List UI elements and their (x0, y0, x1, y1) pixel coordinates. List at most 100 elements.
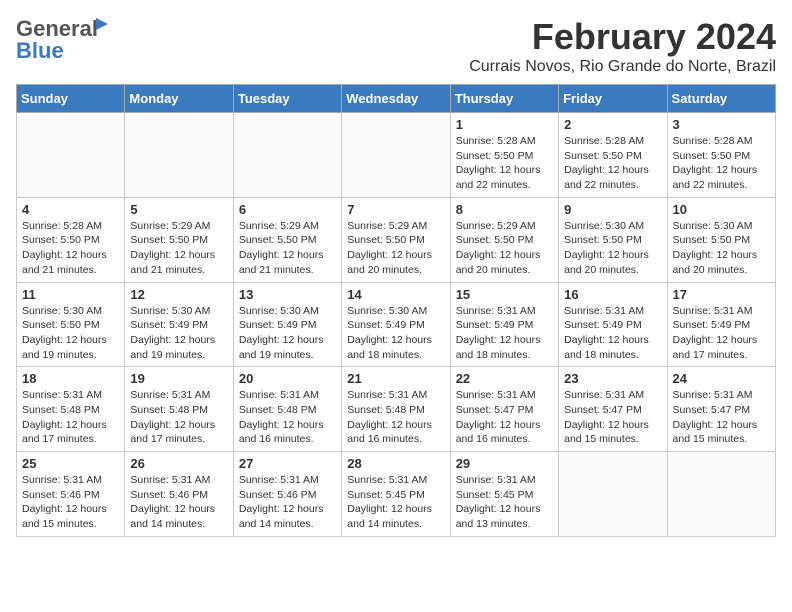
calendar-cell: 28 Sunrise: 5:31 AM Sunset: 5:45 PM Dayli… (342, 452, 450, 537)
calendar-cell: 27 Sunrise: 5:31 AM Sunset: 5:46 PM Dayli… (233, 452, 341, 537)
day-number: 12 (130, 287, 227, 302)
calendar-cell (125, 113, 233, 198)
calendar-table: SundayMondayTuesdayWednesdayThursdayFrid… (16, 84, 776, 537)
day-info: Sunrise: 5:30 AM Sunset: 5:49 PM Dayligh… (130, 304, 227, 363)
day-info: Sunrise: 5:28 AM Sunset: 5:50 PM Dayligh… (456, 134, 553, 193)
day-info: Sunrise: 5:28 AM Sunset: 5:50 PM Dayligh… (673, 134, 770, 193)
day-info: Sunrise: 5:31 AM Sunset: 5:46 PM Dayligh… (22, 473, 119, 532)
day-number: 9 (564, 202, 661, 217)
day-info: Sunrise: 5:31 AM Sunset: 5:48 PM Dayligh… (239, 388, 336, 447)
day-info: Sunrise: 5:30 AM Sunset: 5:50 PM Dayligh… (564, 219, 661, 278)
day-info: Sunrise: 5:29 AM Sunset: 5:50 PM Dayligh… (239, 219, 336, 278)
day-info: Sunrise: 5:31 AM Sunset: 5:46 PM Dayligh… (130, 473, 227, 532)
day-info: Sunrise: 5:31 AM Sunset: 5:46 PM Dayligh… (239, 473, 336, 532)
calendar-cell (559, 452, 667, 537)
calendar-cell: 24Sunrise: 5:31 AM Sunset: 5:47 PM Dayli… (667, 367, 775, 452)
calendar-header: SundayMondayTuesdayWednesdayThursdayFrid… (17, 85, 776, 113)
day-number: 22 (456, 371, 553, 386)
day-number: 6 (239, 202, 336, 217)
day-number: 28 (347, 456, 444, 471)
calendar-cell: 1 Sunrise: 5:28 AM Sunset: 5:50 PM Daylig… (450, 113, 558, 198)
month-title: February 2024 (469, 16, 776, 58)
calendar-cell: 21 Sunrise: 5:31 AM Sunset: 5:48 PM Dayli… (342, 367, 450, 452)
calendar-cell: 29 Sunrise: 5:31 AM Sunset: 5:45 PM Dayli… (450, 452, 558, 537)
day-number: 7 (347, 202, 444, 217)
calendar-cell: 2 Sunrise: 5:28 AM Sunset: 5:50 PM Daylig… (559, 113, 667, 198)
calendar-cell: 6 Sunrise: 5:29 AM Sunset: 5:50 PM Daylig… (233, 197, 341, 282)
calendar-week-row: 25 Sunrise: 5:31 AM Sunset: 5:46 PM Dayli… (17, 452, 776, 537)
calendar-cell: 13 Sunrise: 5:30 AM Sunset: 5:49 PM Dayli… (233, 282, 341, 367)
day-number: 3 (673, 117, 770, 132)
calendar-cell: 11Sunrise: 5:30 AM Sunset: 5:50 PM Dayli… (17, 282, 125, 367)
calendar-cell: 25 Sunrise: 5:31 AM Sunset: 5:46 PM Dayli… (17, 452, 125, 537)
calendar-cell: 10 Sunrise: 5:30 AM Sunset: 5:50 PM Dayli… (667, 197, 775, 282)
day-number: 4 (22, 202, 119, 217)
calendar-cell: 12 Sunrise: 5:30 AM Sunset: 5:49 PM Dayli… (125, 282, 233, 367)
calendar-cell: 23Sunrise: 5:31 AM Sunset: 5:47 PM Dayli… (559, 367, 667, 452)
day-number: 14 (347, 287, 444, 302)
day-info: Sunrise: 5:29 AM Sunset: 5:50 PM Dayligh… (130, 219, 227, 278)
day-number: 10 (673, 202, 770, 217)
calendar-cell: 3 Sunrise: 5:28 AM Sunset: 5:50 PM Daylig… (667, 113, 775, 198)
day-info: Sunrise: 5:30 AM Sunset: 5:50 PM Dayligh… (673, 219, 770, 278)
day-info: Sunrise: 5:28 AM Sunset: 5:50 PM Dayligh… (564, 134, 661, 193)
title-block: February 2024 Currais Novos, Rio Grande … (469, 16, 776, 76)
day-number: 26 (130, 456, 227, 471)
day-info: Sunrise: 5:31 AM Sunset: 5:45 PM Dayligh… (347, 473, 444, 532)
weekday-header: Sunday (17, 85, 125, 113)
day-info: Sunrise: 5:31 AM Sunset: 5:48 PM Dayligh… (347, 388, 444, 447)
calendar-week-row: 1 Sunrise: 5:28 AM Sunset: 5:50 PM Daylig… (17, 113, 776, 198)
weekday-header: Friday (559, 85, 667, 113)
day-number: 8 (456, 202, 553, 217)
calendar-cell: 22Sunrise: 5:31 AM Sunset: 5:47 PM Dayli… (450, 367, 558, 452)
weekday-header: Tuesday (233, 85, 341, 113)
day-info: Sunrise: 5:29 AM Sunset: 5:50 PM Dayligh… (347, 219, 444, 278)
day-info: Sunrise: 5:31 AM Sunset: 5:49 PM Dayligh… (673, 304, 770, 363)
calendar-cell (342, 113, 450, 198)
calendar-cell: 19 Sunrise: 5:31 AM Sunset: 5:48 PM Dayli… (125, 367, 233, 452)
day-number: 24 (673, 371, 770, 386)
calendar-cell: 8 Sunrise: 5:29 AM Sunset: 5:50 PM Daylig… (450, 197, 558, 282)
day-info: Sunrise: 5:30 AM Sunset: 5:50 PM Dayligh… (22, 304, 119, 363)
day-info: Sunrise: 5:30 AM Sunset: 5:49 PM Dayligh… (347, 304, 444, 363)
calendar-cell: 14 Sunrise: 5:30 AM Sunset: 5:49 PM Dayli… (342, 282, 450, 367)
day-number: 18 (22, 371, 119, 386)
calendar-cell: 17 Sunrise: 5:31 AM Sunset: 5:49 PM Dayli… (667, 282, 775, 367)
day-number: 20 (239, 371, 336, 386)
weekday-header: Wednesday (342, 85, 450, 113)
calendar-week-row: 18 Sunrise: 5:31 AM Sunset: 5:48 PM Dayli… (17, 367, 776, 452)
calendar-cell: 5Sunrise: 5:29 AM Sunset: 5:50 PM Daylig… (125, 197, 233, 282)
calendar-week-row: 11Sunrise: 5:30 AM Sunset: 5:50 PM Dayli… (17, 282, 776, 367)
calendar-cell: 9 Sunrise: 5:30 AM Sunset: 5:50 PM Daylig… (559, 197, 667, 282)
calendar-cell: 18Sunrise: 5:31 AM Sunset: 5:48 PM Dayli… (17, 367, 125, 452)
day-number: 27 (239, 456, 336, 471)
calendar-cell: 15Sunrise: 5:31 AM Sunset: 5:49 PM Dayli… (450, 282, 558, 367)
day-number: 2 (564, 117, 661, 132)
calendar-cell: 16 Sunrise: 5:31 AM Sunset: 5:49 PM Dayli… (559, 282, 667, 367)
day-number: 29 (456, 456, 553, 471)
calendar-cell (17, 113, 125, 198)
calendar-cell: 20 Sunrise: 5:31 AM Sunset: 5:48 PM Dayli… (233, 367, 341, 452)
day-info: Sunrise: 5:31 AM Sunset: 5:48 PM Dayligh… (130, 388, 227, 447)
weekday-header: Thursday (450, 85, 558, 113)
day-info: Sunrise: 5:28 AM Sunset: 5:50 PM Dayligh… (22, 219, 119, 278)
calendar-cell: 26 Sunrise: 5:31 AM Sunset: 5:46 PM Dayli… (125, 452, 233, 537)
day-number: 23 (564, 371, 661, 386)
day-info: Sunrise: 5:31 AM Sunset: 5:45 PM Dayligh… (456, 473, 553, 532)
day-number: 19 (130, 371, 227, 386)
weekday-header: Saturday (667, 85, 775, 113)
calendar-cell: 4 Sunrise: 5:28 AM Sunset: 5:50 PM Daylig… (17, 197, 125, 282)
day-number: 13 (239, 287, 336, 302)
day-info: Sunrise: 5:30 AM Sunset: 5:49 PM Dayligh… (239, 304, 336, 363)
day-info: Sunrise: 5:29 AM Sunset: 5:50 PM Dayligh… (456, 219, 553, 278)
day-number: 1 (456, 117, 553, 132)
day-number: 21 (347, 371, 444, 386)
logo-general: General (16, 16, 98, 41)
day-number: 16 (564, 287, 661, 302)
location-title: Currais Novos, Rio Grande do Norte, Braz… (469, 58, 776, 76)
day-info: Sunrise: 5:31 AM Sunset: 5:49 PM Dayligh… (564, 304, 661, 363)
day-number: 17 (673, 287, 770, 302)
weekday-header: Monday (125, 85, 233, 113)
logo: General Blue (16, 16, 98, 64)
day-number: 25 (22, 456, 119, 471)
